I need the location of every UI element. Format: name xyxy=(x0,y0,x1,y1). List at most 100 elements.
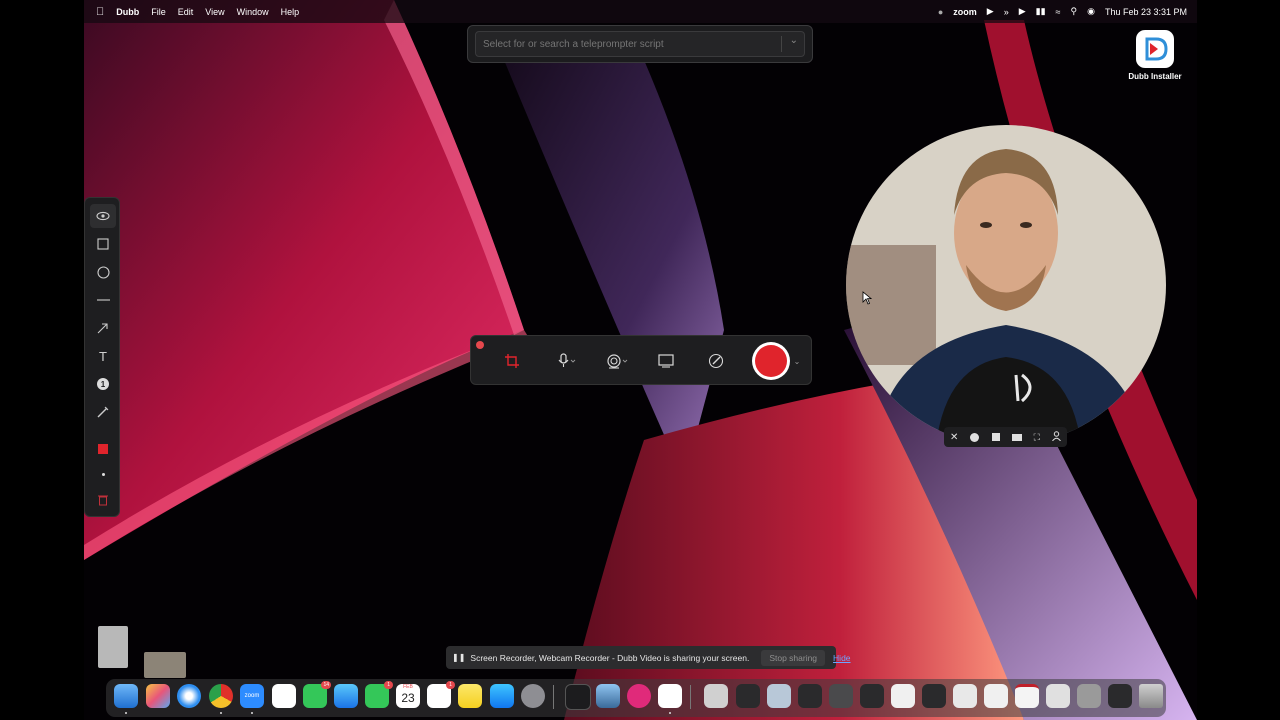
minimized-window-icon[interactable] xyxy=(1046,684,1070,708)
pencil-icon[interactable] xyxy=(90,400,116,424)
screen-recorder-icon[interactable] xyxy=(627,684,651,708)
minimized-window-icon[interactable] xyxy=(798,684,822,708)
crop-icon[interactable] xyxy=(501,350,523,372)
stroke-size-dot[interactable] xyxy=(90,462,116,486)
dock-divider xyxy=(553,685,554,709)
mouse-cursor-icon xyxy=(862,291,872,305)
zoom-app-icon[interactable]: zoom xyxy=(240,684,264,708)
dubb-installer-desktop-item[interactable]: Dubb Installer xyxy=(1124,30,1186,81)
rectangle-shape-icon[interactable] xyxy=(1011,433,1022,441)
hide-link[interactable]: Hide xyxy=(833,653,850,663)
control-center-icon[interactable]: ◉ xyxy=(1087,6,1095,17)
chrome-icon[interactable] xyxy=(209,684,233,708)
minimized-window-icon[interactable] xyxy=(984,684,1008,708)
menu-edit[interactable]: Edit xyxy=(178,7,194,17)
webcam-video-feed xyxy=(846,125,1166,445)
color-swatch[interactable] xyxy=(90,437,116,461)
close-recorder-button[interactable] xyxy=(476,341,484,349)
minimized-window-icon[interactable] xyxy=(891,684,915,708)
menu-datetime[interactable]: Thu Feb 23 3:31 PM xyxy=(1105,7,1187,17)
teleprompter-search-input[interactable] xyxy=(476,37,775,51)
pause-icon[interactable]: ❚❚ xyxy=(452,653,465,662)
minimized-window-icon[interactable] xyxy=(829,684,853,708)
menu-help[interactable]: Help xyxy=(281,7,300,17)
desktop-file-icon[interactable] xyxy=(98,626,128,668)
webcam-controls-bar: ✕ ⛶ xyxy=(944,427,1067,447)
minimized-window-icon[interactable] xyxy=(860,684,884,708)
dubb-status-icon[interactable]: ▶ xyxy=(987,6,994,17)
close-icon[interactable]: ✕ xyxy=(950,432,958,443)
menu-window[interactable]: Window xyxy=(237,7,269,17)
square-shape-icon[interactable] xyxy=(991,433,1000,441)
safari-icon[interactable] xyxy=(177,684,201,708)
minimized-window-icon[interactable] xyxy=(767,684,791,708)
sharing-message: Screen Recorder, Webcam Recorder - Dubb … xyxy=(470,652,750,663)
app-store-icon[interactable] xyxy=(490,684,514,708)
minimized-window-icon[interactable] xyxy=(922,684,946,708)
record-button[interactable] xyxy=(752,342,790,380)
record-options-chevron-icon[interactable]: ⌄ xyxy=(792,350,802,372)
calendar-day: 23 xyxy=(401,691,415,705)
number-stamp-label: 1 xyxy=(97,378,109,390)
desktop-file-icon[interactable] xyxy=(144,652,186,678)
menu-app-name[interactable]: Dubb xyxy=(116,7,139,17)
notes-icon[interactable] xyxy=(458,684,482,708)
rectangle-icon[interactable] xyxy=(90,232,116,256)
teleprompter-search-panel: ⌄ xyxy=(467,25,813,63)
mail-icon[interactable] xyxy=(334,684,358,708)
forward-status-icon[interactable]: » xyxy=(1004,7,1009,17)
arrow-icon[interactable] xyxy=(90,316,116,340)
webcam-preview[interactable] xyxy=(846,125,1166,445)
apple-icon[interactable]:  xyxy=(96,6,104,18)
webcam-icon[interactable] xyxy=(604,350,632,372)
annotate-icon[interactable] xyxy=(705,350,727,372)
menu-view[interactable]: View xyxy=(205,7,224,17)
slack-icon[interactable] xyxy=(272,684,296,708)
spotlight-search-icon[interactable]: ⚲ xyxy=(1071,6,1078,17)
launchpad-icon[interactable] xyxy=(146,684,170,708)
chevron-down-icon[interactable]: ⌄ xyxy=(790,35,798,46)
trash-icon[interactable] xyxy=(90,488,116,512)
microphone-status-icon[interactable]: ● xyxy=(938,7,943,17)
wifi-icon[interactable]: ≈ xyxy=(1056,7,1061,17)
notification-badge: 14 xyxy=(321,681,331,689)
facetime-icon[interactable]: 1 xyxy=(365,681,393,708)
teleprompter-select[interactable]: ⌄ xyxy=(475,31,805,57)
microphone-icon[interactable] xyxy=(554,350,580,372)
dubb-app-icon[interactable] xyxy=(658,684,682,708)
finder-icon[interactable] xyxy=(114,684,138,708)
circle-shape-icon[interactable] xyxy=(970,432,980,442)
minimized-window-icon[interactable] xyxy=(736,684,760,708)
calendar-icon[interactable]: FEB 23 xyxy=(396,684,420,708)
eye-icon[interactable] xyxy=(90,204,116,228)
battery-icon[interactable]: ▮▮ xyxy=(1036,6,1046,17)
text-icon[interactable]: T xyxy=(90,344,116,368)
minimized-window-icon[interactable] xyxy=(704,684,728,708)
menu-bar:  Dubb File Edit View Window Help ● zoom… xyxy=(84,0,1197,23)
activity-monitor-icon[interactable] xyxy=(565,684,591,710)
desktop-screen:  Dubb File Edit View Window Help ● zoom… xyxy=(84,0,1197,720)
number-stamp-icon[interactable]: 1 xyxy=(90,372,116,396)
play-status-icon[interactable]: ▶ xyxy=(1019,6,1026,17)
messages-icon[interactable]: 14 xyxy=(303,681,331,708)
dubb-logo-icon xyxy=(1136,30,1174,68)
reminders-icon[interactable]: 1 xyxy=(427,681,455,708)
person-icon[interactable] xyxy=(1052,428,1061,446)
notification-badge: 1 xyxy=(384,681,393,689)
calendar-month: FEB xyxy=(403,684,413,690)
preview-icon[interactable] xyxy=(596,684,620,708)
trash-icon[interactable] xyxy=(1139,684,1163,708)
minimized-window-icon[interactable] xyxy=(1077,684,1101,708)
stop-sharing-button[interactable]: Stop sharing xyxy=(761,649,826,666)
minimized-window-icon[interactable] xyxy=(953,684,977,708)
minimized-window-icon[interactable] xyxy=(1108,684,1132,708)
notification-badge: 1 xyxy=(446,681,455,689)
menu-file[interactable]: File xyxy=(151,7,166,17)
zoom-status-item[interactable]: zoom xyxy=(953,7,977,17)
minimized-window-icon[interactable] xyxy=(1015,684,1039,708)
line-icon[interactable] xyxy=(90,288,116,312)
screen-icon[interactable] xyxy=(655,350,677,372)
system-settings-icon[interactable] xyxy=(521,684,545,708)
circle-icon[interactable] xyxy=(90,260,116,284)
fullscreen-icon[interactable]: ⛶ xyxy=(1034,432,1040,443)
